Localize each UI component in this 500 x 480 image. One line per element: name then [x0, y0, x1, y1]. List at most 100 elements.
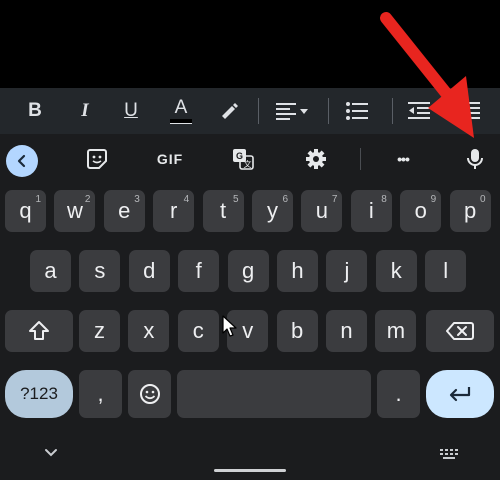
key-o[interactable]: o9	[400, 190, 442, 232]
underline-icon: U	[124, 100, 138, 121]
highlight-icon	[222, 103, 238, 119]
period-label: .	[395, 381, 402, 406]
key-label: z	[94, 318, 105, 343]
key-label: v	[242, 318, 254, 343]
key-hint-number: 8	[381, 194, 387, 205]
gif-label: GIF	[156, 151, 184, 167]
symbols-key[interactable]: ?123	[5, 370, 73, 418]
gear-icon	[306, 149, 326, 169]
shift-icon	[29, 321, 49, 340]
key-label: p	[463, 198, 477, 223]
bullet-list-icon	[346, 102, 368, 120]
key-e[interactable]: e3	[103, 190, 145, 232]
sticker-button[interactable]	[84, 140, 110, 178]
back-button[interactable]	[6, 145, 38, 177]
svg-text:文: 文	[244, 159, 252, 169]
align-icon	[276, 103, 308, 120]
key-z[interactable]: z	[79, 310, 120, 352]
emoji-key[interactable]	[128, 370, 171, 418]
key-label: u	[315, 198, 329, 223]
translate-button[interactable]: G文	[230, 140, 256, 178]
period-key[interactable]: .	[377, 370, 420, 418]
mic-icon	[467, 149, 483, 169]
text-color-button[interactable]: A	[166, 88, 196, 134]
key-hint-number: 4	[183, 194, 190, 205]
key-y[interactable]: y6	[252, 190, 293, 232]
key-label: d	[143, 258, 156, 283]
underline-button[interactable]: U	[116, 88, 146, 134]
key-hint-number: 7	[331, 194, 338, 205]
key-q[interactable]: q1	[5, 190, 46, 232]
key-f[interactable]: f	[178, 250, 220, 292]
key-label: k	[390, 258, 402, 283]
key-label: y	[267, 198, 278, 223]
settings-button[interactable]	[303, 140, 329, 178]
key-a[interactable]: a	[30, 250, 71, 292]
key-label: x	[143, 318, 155, 343]
key-m[interactable]: m	[375, 310, 417, 352]
key-s[interactable]: s	[79, 250, 121, 292]
toolbar-divider	[258, 98, 259, 124]
chevron-down-icon[interactable]	[44, 448, 58, 458]
key-d[interactable]: d	[128, 250, 170, 292]
backspace-key[interactable]	[426, 310, 494, 352]
key-label: h	[291, 258, 304, 283]
key-g[interactable]: g	[227, 250, 269, 292]
text-color-swatch	[170, 118, 192, 124]
italic-button[interactable]: I	[70, 88, 100, 134]
key-n[interactable]: n	[326, 310, 367, 352]
bullet-list-button[interactable]	[342, 88, 372, 134]
toolbar-divider	[328, 98, 329, 124]
key-label: t	[220, 198, 227, 223]
comma-key[interactable]: ,	[79, 370, 122, 418]
key-label: j	[344, 258, 350, 283]
bold-button[interactable]: B	[20, 88, 50, 134]
key-hint-number: 5	[233, 194, 239, 205]
svg-text:G: G	[236, 151, 243, 161]
comma-label: ,	[97, 381, 104, 406]
key-label: w	[66, 198, 83, 223]
enter-key[interactable]	[426, 370, 494, 418]
gesture-handle[interactable]	[214, 469, 286, 472]
key-label: q	[19, 198, 32, 223]
suggestion-divider	[360, 148, 361, 170]
key-label: e	[118, 198, 131, 223]
symbols-label: ?123	[20, 384, 58, 403]
italic-icon: I	[81, 100, 89, 121]
key-i[interactable]: i8	[350, 190, 392, 232]
key-label: b	[290, 318, 304, 343]
red-arrow-annotation	[380, 12, 474, 138]
key-x[interactable]: x	[128, 310, 170, 352]
key-hint-number: 0	[480, 194, 486, 205]
key-t[interactable]: t5	[202, 190, 244, 232]
key-r[interactable]: r4	[153, 190, 195, 232]
key-b[interactable]: b	[276, 310, 318, 352]
back-chevron-icon	[17, 154, 26, 168]
key-label: m	[386, 318, 406, 343]
key-w[interactable]: w2	[54, 190, 96, 232]
key-u[interactable]: u7	[301, 190, 343, 232]
emoji-icon	[139, 384, 160, 404]
align-button[interactable]	[272, 88, 314, 134]
key-label: c	[192, 318, 204, 343]
key-k[interactable]: k	[375, 250, 417, 292]
key-p[interactable]: p0	[449, 190, 491, 232]
shift-key[interactable]	[5, 310, 73, 352]
key-j[interactable]: j	[326, 250, 368, 292]
key-hint-number: 9	[430, 194, 437, 205]
key-label: r	[170, 198, 178, 223]
keyboard-switch-icon[interactable]	[440, 449, 458, 459]
backspace-icon	[446, 322, 474, 340]
space-key[interactable]	[177, 370, 371, 418]
keyboard	[0, 134, 500, 480]
key-label: s	[94, 258, 106, 283]
key-label: f	[195, 258, 202, 283]
enter-icon	[449, 387, 471, 402]
highlight-button[interactable]	[214, 88, 244, 134]
key-c[interactable]: c	[177, 310, 219, 352]
gif-button[interactable]: GIF	[150, 140, 190, 178]
text-color-icon: A	[174, 96, 188, 118]
key-h[interactable]: h	[277, 250, 318, 292]
key-l[interactable]: l	[425, 250, 467, 292]
key-hint-number: 6	[282, 194, 288, 205]
